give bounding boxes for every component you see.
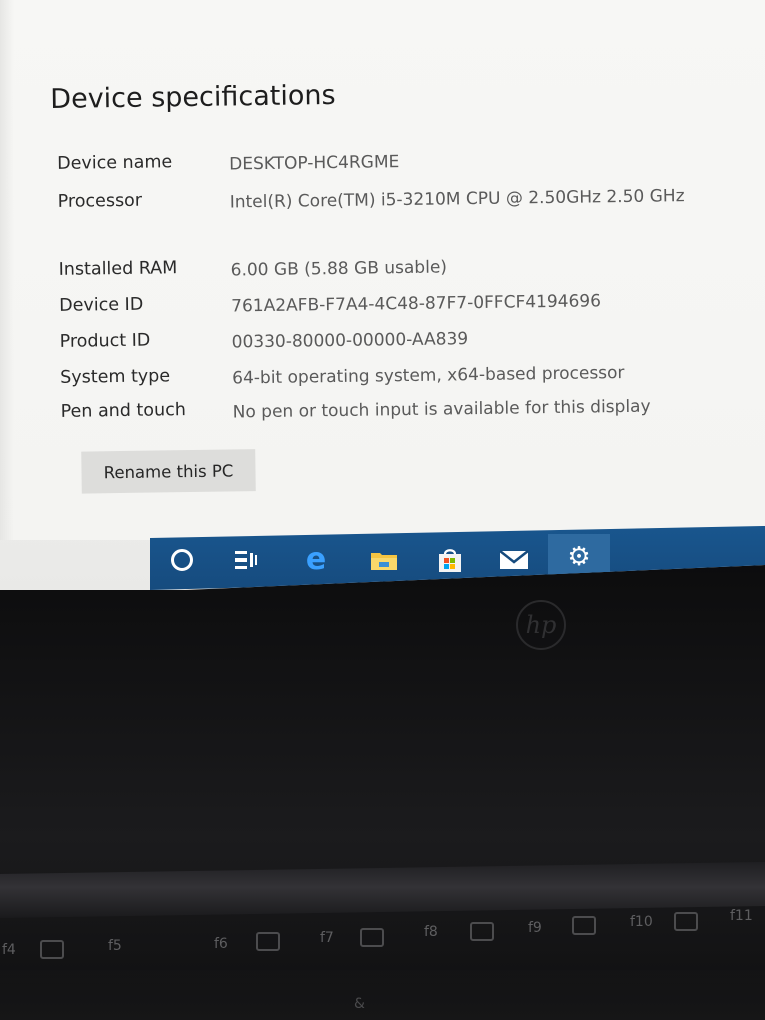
store-icon: [439, 549, 461, 572]
task-view-button[interactable]: [226, 540, 266, 580]
file-explorer-icon: [371, 553, 397, 570]
key-f10: f10: [630, 914, 653, 930]
spec-value: DESKTOP-HC4RGME: [229, 152, 400, 175]
spec-value: 761A2AFB-F7A4-4C48-87F7-0FFCF4194696: [231, 291, 602, 317]
spec-row-installed-ram: Installed RAM 6.00 GB (5.88 GB usable): [51, 250, 731, 289]
rename-this-pc-button[interactable]: Rename this PC: [81, 449, 256, 494]
key-f4: f4: [2, 942, 16, 958]
spec-row-system-type: System type 64-bit operating system, x64…: [52, 358, 732, 397]
projector-icon: [40, 940, 64, 959]
store-button[interactable]: [430, 540, 470, 580]
spec-label: Installed RAM: [58, 258, 178, 280]
mail-icon: [499, 550, 529, 569]
mail-button[interactable]: [494, 540, 534, 580]
spec-value: 6.00 GB (5.88 GB usable): [230, 257, 448, 281]
lock-icon: [470, 922, 494, 941]
spec-label: Processor: [57, 190, 143, 212]
cortana-button[interactable]: [162, 540, 202, 580]
edge-icon: e: [305, 542, 327, 577]
settings-button[interactable]: ⚙: [548, 534, 610, 580]
spec-label: Device name: [57, 152, 173, 174]
edge-button[interactable]: e: [296, 540, 336, 580]
mute-icon: [674, 912, 698, 931]
spec-row-processor: Processor Intel(R) Core(TM) i5-3210M CPU…: [50, 182, 730, 221]
key-f5: f5: [108, 938, 122, 954]
spec-value: 64-bit operating system, x64-based proce…: [232, 362, 625, 389]
display-icon: [256, 932, 280, 951]
lower-key-row: &: [0, 970, 765, 1020]
spec-row-device-name: Device name DESKTOP-HC4RGME: [49, 144, 729, 183]
wireless-icon: [360, 928, 384, 947]
battery-icon: [572, 916, 596, 935]
device-specifications-heading: Device specifications: [50, 79, 336, 115]
spec-row-pen-and-touch: Pen and touch No pen or touch input is a…: [53, 392, 733, 431]
window-left-edge: [0, 0, 14, 540]
key-f9: f9: [528, 920, 542, 936]
spec-label: Pen and touch: [60, 400, 187, 422]
key-ampersand: &: [354, 996, 365, 1012]
spec-row-device-id: Device ID 761A2AFB-F7A4-4C48-87F7-0FFCF4…: [51, 286, 731, 325]
settings-about-window: Device specifications Device name DESKTO…: [0, 0, 765, 540]
key-f11: f11: [730, 908, 753, 924]
device-specifications-section: Device specifications Device name DESKTO…: [48, 68, 744, 518]
key-f6: f6: [214, 936, 228, 952]
file-explorer-button[interactable]: [364, 540, 404, 580]
photo-stage: Device specifications Device name DESKTO…: [0, 0, 765, 1020]
key-f8: f8: [424, 924, 438, 940]
task-view-icon: [235, 551, 257, 569]
cortana-icon: [171, 549, 193, 571]
spec-label: System type: [60, 366, 171, 388]
settings-gear-icon: ⚙: [567, 542, 591, 572]
key-f7: f7: [320, 930, 334, 946]
hp-logo: hp: [516, 600, 566, 650]
spec-row-product-id: Product ID 00330-80000-00000-AA839: [52, 322, 732, 361]
laptop-screen: Device specifications Device name DESKTO…: [0, 0, 765, 590]
spec-value: 00330-80000-00000-AA839: [231, 329, 469, 353]
spec-value: Intel(R) Core(TM) i5-3210M CPU @ 2.50GHz…: [229, 186, 685, 213]
spec-value: No pen or touch input is available for t…: [232, 396, 651, 423]
spec-label: Device ID: [59, 294, 144, 316]
spec-label: Product ID: [59, 330, 151, 352]
